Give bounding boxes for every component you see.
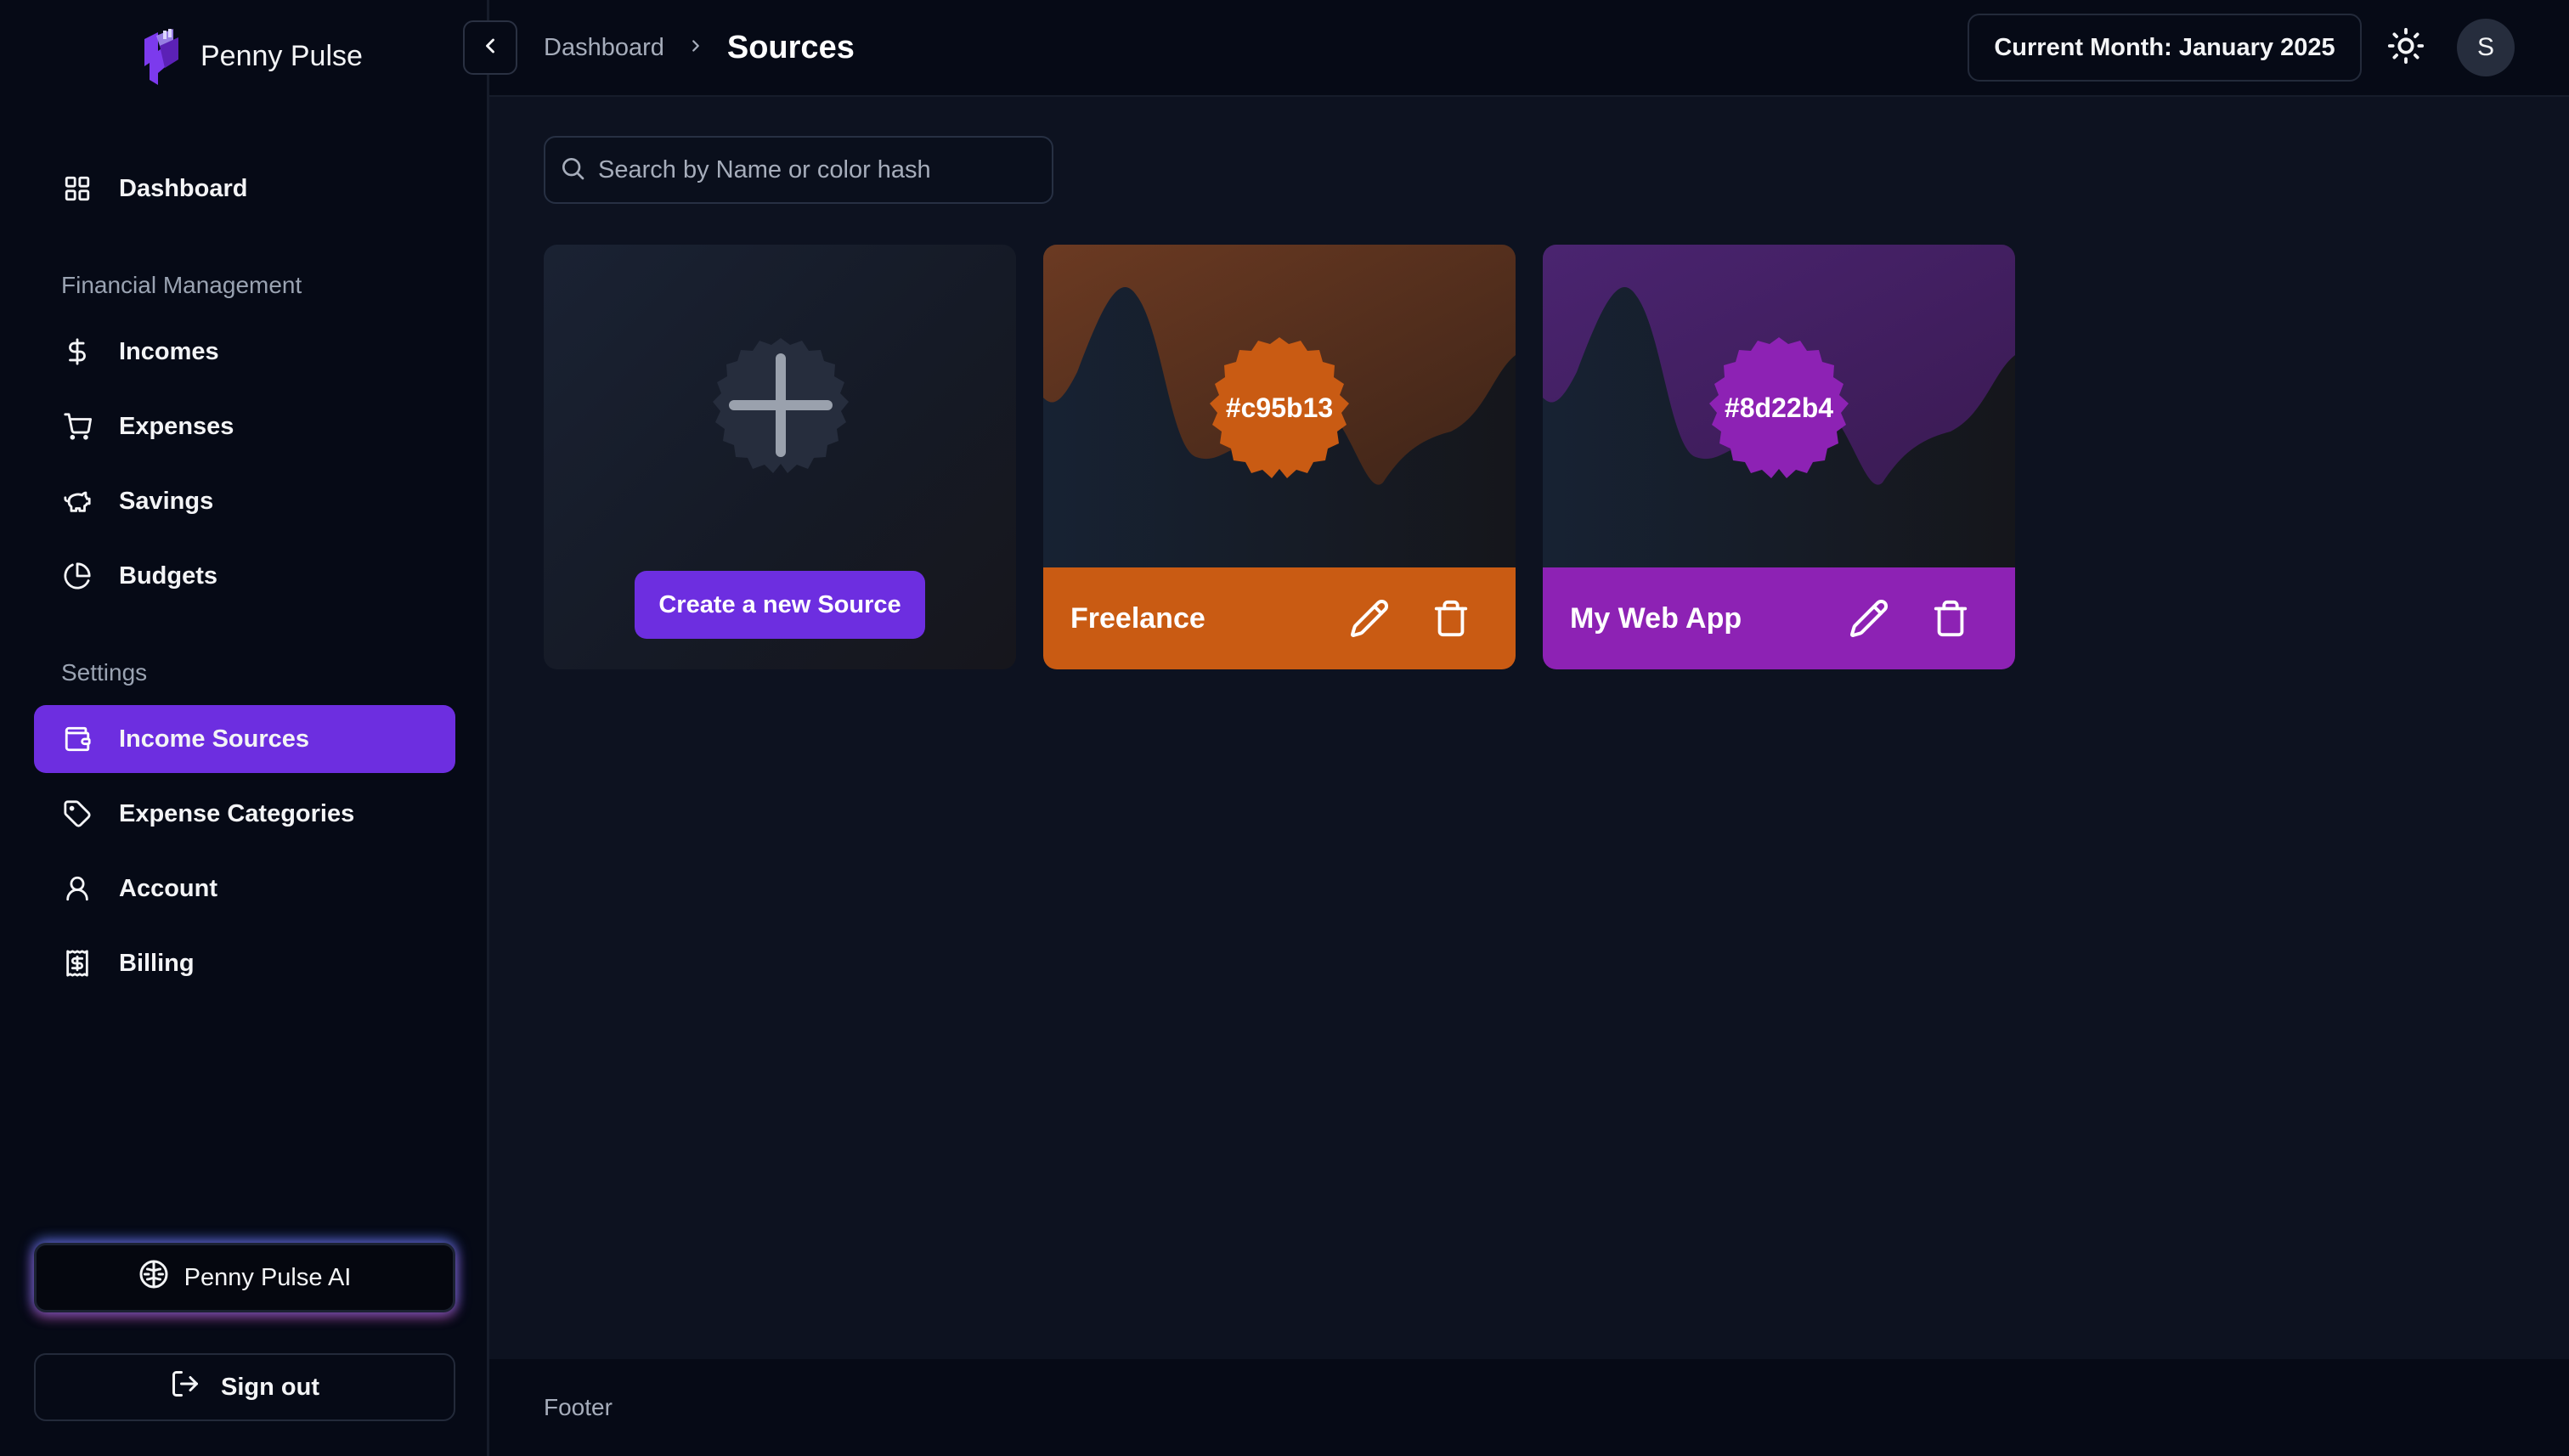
pencil-icon [1351, 599, 1389, 637]
delete-source-button[interactable] [1925, 593, 1976, 644]
grid-icon [61, 172, 93, 205]
avatar[interactable]: S [2457, 19, 2515, 76]
pie-chart-icon [61, 560, 93, 592]
sidebar-item-expense-categories[interactable]: Expense Categories [34, 780, 455, 848]
sidebar-item-label: Incomes [119, 337, 219, 365]
sidebar-item-account[interactable]: Account [34, 855, 455, 923]
current-month-button[interactable]: Current Month: January 2025 [1968, 14, 2362, 82]
sidebar-item-label: Expense Categories [119, 799, 355, 827]
sidebar-item-incomes[interactable]: Incomes [34, 318, 455, 386]
sidebar: Penny Pulse Dashboard Financial Manageme… [0, 0, 489, 1456]
sidebar-item-label: Billing [119, 949, 195, 977]
penny-pulse-ai-button[interactable]: Penny Pulse AI [34, 1243, 455, 1312]
sidebar-item-label: Dashboard [119, 174, 248, 202]
breadcrumb: Dashboard Sources [544, 25, 855, 70]
sidebar-item-label: Expenses [119, 412, 234, 440]
dollar-icon [61, 336, 93, 368]
penny-pulse-logo-icon [144, 29, 178, 85]
source-name: Freelance [1070, 601, 1205, 635]
sidebar-item-label: Account [119, 874, 217, 902]
color-hash-label: #8d22b4 [1724, 392, 1834, 423]
collapse-sidebar-button[interactable] [463, 20, 517, 75]
sidebar-item-income-sources[interactable]: Income Sources [34, 705, 455, 773]
chevron-right-icon [686, 37, 705, 59]
trash-icon [1434, 600, 1468, 637]
wallet-icon [61, 723, 93, 755]
section-title-settings: Settings [61, 659, 148, 686]
create-source-card: Create a new Source [544, 245, 1016, 669]
sidebar-item-label: Income Sources [119, 725, 310, 753]
top-bar: Dashboard Sources Current Month: January… [463, 0, 2569, 97]
sidebar-item-expenses[interactable]: Expenses [34, 392, 455, 460]
sidebar-item-budgets[interactable]: Budgets [34, 542, 455, 610]
pencil-icon [1850, 599, 1889, 637]
page-title: Sources [726, 29, 855, 65]
color-hash-label: #c95b13 [1225, 392, 1334, 423]
chevron-left-icon [478, 34, 502, 62]
section-title-financial: Financial Management [61, 272, 302, 298]
sign-out-label: Sign out [221, 1373, 319, 1401]
sidebar-item-label: Savings [119, 487, 214, 515]
sidebar-item-dashboard[interactable]: Dashboard [34, 155, 455, 223]
piggy-bank-icon [61, 485, 93, 517]
log-out-icon [170, 1369, 200, 1406]
source-card-my-web-app: #8d22b4 My Web App [1543, 245, 2015, 669]
source-name: My Web App [1570, 601, 1742, 635]
source-card-freelance: #c95b13 Freelance [1043, 245, 1516, 669]
receipt-icon [61, 947, 93, 979]
cart-icon [61, 410, 93, 443]
edit-source-button[interactable] [1344, 593, 1395, 644]
theme-toggle-button[interactable] [2384, 25, 2428, 70]
app-name: Penny Pulse [200, 39, 363, 72]
source-card-footer: My Web App [1543, 567, 2015, 669]
footer: Footer [489, 1359, 2569, 1456]
sidebar-item-billing[interactable]: Billing [34, 929, 455, 997]
main-content: Create a new Source #c95b13 Freelance [489, 97, 2569, 1359]
ai-button-label: Penny Pulse AI [184, 1263, 352, 1291]
sidebar-item-savings[interactable]: Savings [34, 467, 455, 535]
create-source-button[interactable]: Create a new Source [635, 571, 925, 639]
tag-icon [61, 798, 93, 830]
sign-out-button[interactable]: Sign out [34, 1353, 455, 1421]
user-icon [61, 872, 93, 905]
delete-source-button[interactable] [1426, 593, 1476, 644]
search-input[interactable] [598, 155, 1052, 184]
search-box [544, 136, 1053, 204]
plus-icon [713, 338, 849, 473]
sidebar-item-label: Budgets [119, 562, 217, 590]
brain-icon [138, 1259, 169, 1296]
edit-source-button[interactable] [1843, 593, 1894, 644]
brand[interactable]: Penny Pulse [139, 25, 363, 87]
sun-icon [2386, 26, 2425, 70]
search-icon [559, 155, 586, 186]
source-card-footer: Freelance [1043, 567, 1516, 669]
breadcrumb-dashboard-link[interactable]: Dashboard [544, 34, 664, 62]
trash-icon [1934, 600, 1968, 637]
